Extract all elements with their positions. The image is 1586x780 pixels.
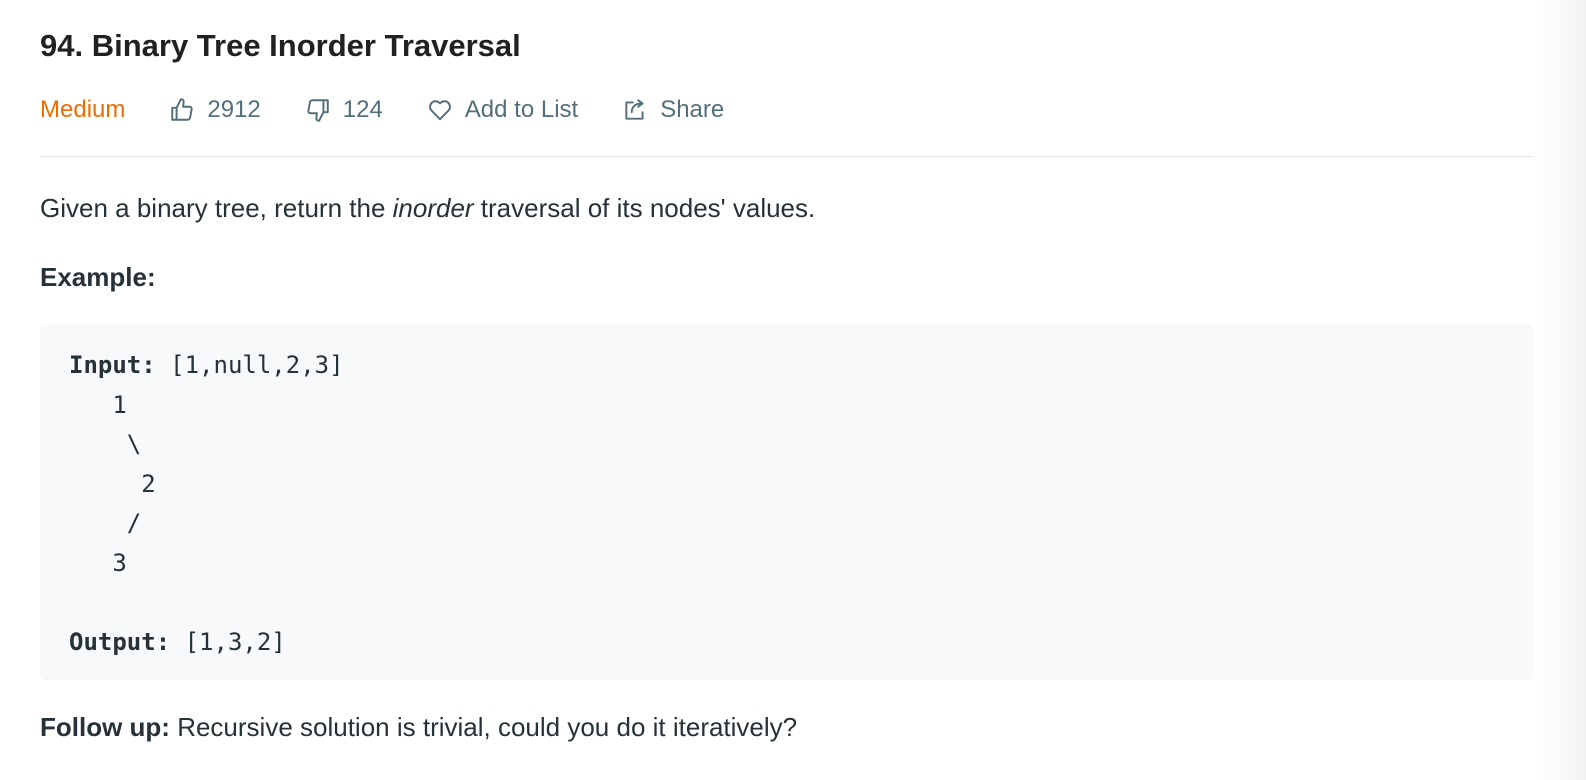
input-value: [1,null,2,3] (155, 351, 344, 379)
description-emphasis: inorder (392, 193, 474, 223)
difficulty-badge: Medium (40, 96, 126, 123)
like-button[interactable]: 2912 (169, 96, 261, 124)
example-heading: Example: (40, 262, 156, 292)
share-icon (625, 99, 644, 120)
like-count: 2912 (207, 96, 261, 123)
output-label: Output: (69, 627, 171, 656)
tree-diagram: 1 \ 2 / 3 (112, 390, 156, 577)
follow-up-label: Follow up: (40, 712, 170, 742)
share-label: Share (660, 96, 725, 123)
problem-title: 94. Binary Tree Inorder Traversal (40, 28, 521, 63)
description-text-end: traversal of its nodes' values. (473, 193, 816, 223)
add-to-list-button[interactable]: Add to List (427, 96, 578, 124)
problem-meta-bar: Medium 2912 124 Add to List Share (40, 92, 768, 128)
problem-page: 94. Binary Tree Inorder Traversal Medium… (0, 0, 1586, 780)
dislike-button[interactable]: 124 (305, 96, 383, 124)
header-divider (40, 156, 1534, 157)
example-code: Input: [1,null,2,3] 1 \ 2 / 3 Output: [1… (69, 346, 1505, 662)
page-edge-shadow (1538, 0, 1586, 780)
heart-icon (428, 100, 451, 121)
problem-description: Given a binary tree, return the inorder … (40, 190, 815, 226)
output-value: [1,3,2] (170, 627, 286, 656)
add-to-list-label: Add to List (464, 96, 579, 123)
follow-up-text: Recursive solution is trivial, could you… (169, 712, 798, 742)
thumbs-up-icon (171, 98, 194, 121)
example-code-block: Input: [1,null,2,3] 1 \ 2 / 3 Output: [1… (40, 324, 1534, 680)
follow-up: Follow up: Recursive solution is trivial… (40, 709, 797, 745)
share-button[interactable]: Share (622, 96, 724, 124)
dislike-count: 124 (342, 96, 383, 123)
description-text-start: Given a binary tree, return the (40, 193, 393, 223)
input-label: Input: (69, 351, 156, 379)
thumbs-down-icon (307, 99, 329, 122)
